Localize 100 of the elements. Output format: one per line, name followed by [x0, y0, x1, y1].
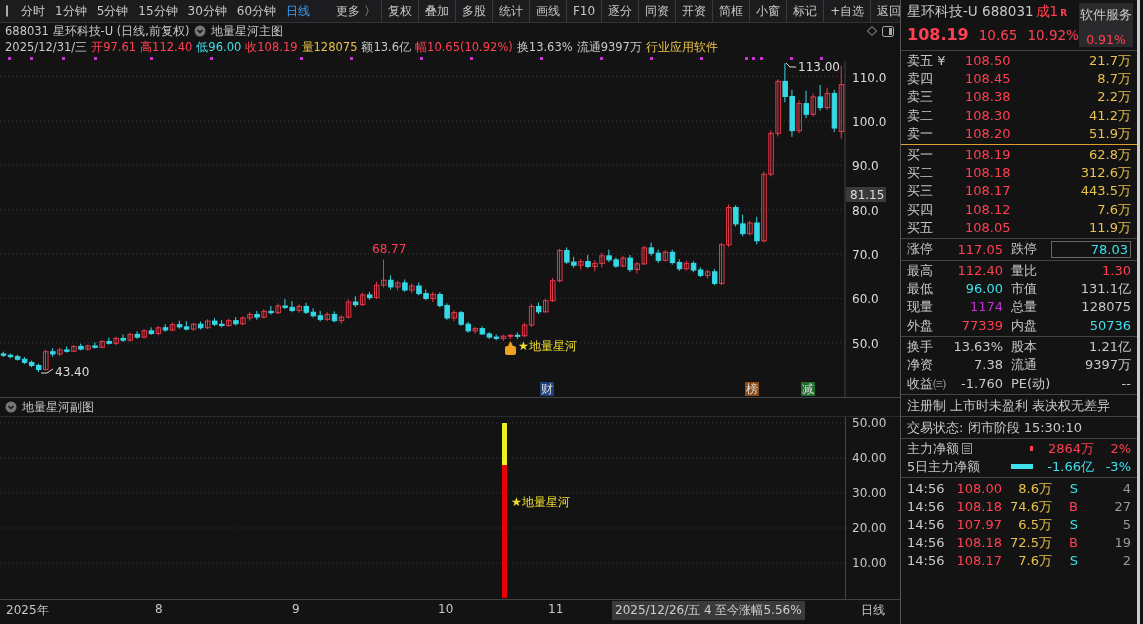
period-label: 日线: [861, 602, 885, 619]
axis-label: 11: [548, 602, 564, 616]
order-price: 108.20: [965, 124, 1012, 143]
axis-label: 30.00: [852, 486, 887, 500]
sector-card[interactable]: 软件服务 0.91%: [1079, 3, 1133, 47]
period-tab[interactable]: 更多 〉: [331, 2, 381, 20]
order-level: 卖三: [907, 88, 934, 107]
stat-value: 112.40: [956, 261, 1003, 280]
tick-volume: 74.6万: [1009, 497, 1052, 516]
quote-value: 收108.19: [245, 39, 298, 55]
toolbar-button[interactable]: 返回: [870, 0, 908, 22]
tick-count: 2: [1121, 551, 1131, 570]
candlestick: [113, 336, 119, 346]
candlestick: [451, 309, 457, 322]
toolbar-button[interactable]: 画线: [528, 0, 566, 22]
order-price: 108.38: [965, 88, 1012, 107]
axis-label: 70.0: [852, 248, 879, 263]
period-tab[interactable]: 分时: [16, 2, 50, 20]
stat-value: 9397万: [1083, 356, 1131, 375]
tick-side: B: [1068, 497, 1078, 516]
tick-count: 4: [1121, 479, 1131, 498]
toolbar-button[interactable]: 同资: [638, 0, 676, 22]
quote-value: 额13.6亿: [361, 39, 412, 55]
candlestick: [141, 328, 148, 339]
candlestick: [796, 100, 802, 134]
order-price: 108.19: [965, 145, 1012, 164]
stat-value: 77339: [960, 316, 1003, 335]
trade-status: 交易状态: 闭市阶段 15:30:10: [901, 415, 1137, 438]
axis-label: 8: [155, 602, 163, 616]
period-tab[interactable]: 日线: [281, 2, 316, 20]
indicator-name[interactable]: 地量星河主图: [211, 23, 284, 39]
candlestick: [148, 326, 155, 336]
panel-icon[interactable]: [882, 25, 894, 37]
order-level: 买三: [907, 182, 934, 201]
toolbar-button[interactable]: F10: [565, 0, 602, 22]
stat-label: 最高: [907, 261, 934, 280]
tick-side: S: [1068, 515, 1078, 534]
toolbar-button[interactable]: 开资: [675, 0, 713, 22]
axis-label: 20.00: [852, 521, 887, 535]
quote-value: 量128075: [301, 39, 358, 55]
order-volume: 21.7万: [1088, 52, 1131, 70]
toolbar-button[interactable]: 小窗: [749, 0, 787, 22]
stat-label: 现量: [907, 298, 934, 317]
order-level: 买二: [907, 164, 934, 183]
order-volume: 51.9万: [1088, 124, 1131, 143]
flow-label: 5日主力净额: [907, 457, 981, 476]
toolbar-button[interactable]: +自选: [823, 0, 871, 22]
last-price: 108.19: [907, 25, 969, 44]
tick-volume: 7.6万: [1017, 551, 1052, 570]
toolbar-button[interactable]: 叠加: [417, 0, 455, 22]
flow-label: 主力净额: [907, 439, 959, 458]
event-mark[interactable]: 财: [540, 382, 554, 396]
stock-tags: 注册制 上市时未盈利 表决权无差异: [901, 393, 1137, 416]
stat-label: 市值: [1010, 280, 1038, 299]
period-tab[interactable]: 5分钟: [91, 2, 134, 20]
list-icon[interactable]: [962, 443, 972, 455]
period-tab[interactable]: 60分钟: [231, 2, 282, 20]
period-tab[interactable]: 15分钟: [133, 2, 183, 20]
tick-time: 14:56: [907, 551, 946, 570]
period-tab[interactable]: 1分钟: [50, 2, 92, 20]
order-volume: 41.2万: [1088, 106, 1131, 125]
candlestick: [120, 333, 126, 343]
order-volume: 2.2万: [1096, 88, 1131, 107]
axis-label: 80.0: [852, 203, 879, 218]
indicator-name[interactable]: 地量星河副图: [22, 398, 94, 416]
order-volume: 7.6万: [1096, 200, 1131, 219]
stat-value: 1.30: [1101, 261, 1131, 280]
order-level: 买五: [907, 218, 934, 237]
candlestick: [43, 349, 49, 371]
stat-label: 最低: [907, 280, 934, 299]
toolbar-button[interactable]: 逐分: [601, 0, 639, 22]
candlestick: [268, 305, 274, 315]
axis-label: 9: [292, 602, 300, 616]
axis-label: 50.0: [852, 336, 879, 351]
stat-label: 总量: [1010, 298, 1038, 317]
candlestick: [838, 65, 845, 140]
dropdown-icon[interactable]: [194, 25, 207, 37]
toolbar-button[interactable]: 复权: [380, 0, 418, 22]
axis-label: 10.00: [852, 556, 887, 570]
event-mark[interactable]: 减: [801, 382, 815, 396]
candlestick: [296, 303, 303, 314]
peak-price-label: 68.77: [372, 242, 407, 256]
diamond-icon[interactable]: [867, 26, 877, 36]
candlestick: [275, 303, 281, 315]
toolbar-button[interactable]: 标记: [786, 0, 824, 22]
toolbar-button[interactable]: 统计: [491, 0, 529, 22]
stat-label: 外盘: [907, 316, 934, 335]
candlestick: [99, 339, 105, 349]
candlestick: [824, 87, 831, 111]
order-level: 卖二: [907, 106, 934, 125]
toolbar-button[interactable]: 简框: [712, 0, 750, 22]
axis-label: 40.00: [852, 451, 887, 465]
tick-count: 19: [1113, 533, 1131, 552]
dropdown-icon[interactable]: [5, 401, 17, 413]
stat-value: --: [1120, 374, 1131, 393]
toolbar-button[interactable]: 多股: [454, 0, 492, 22]
order-price: 108.17: [965, 182, 1012, 201]
event-mark[interactable]: 榜: [745, 382, 759, 396]
period-tab[interactable]: 30分钟: [182, 2, 232, 20]
order-volume: 8.7万: [1096, 70, 1131, 89]
